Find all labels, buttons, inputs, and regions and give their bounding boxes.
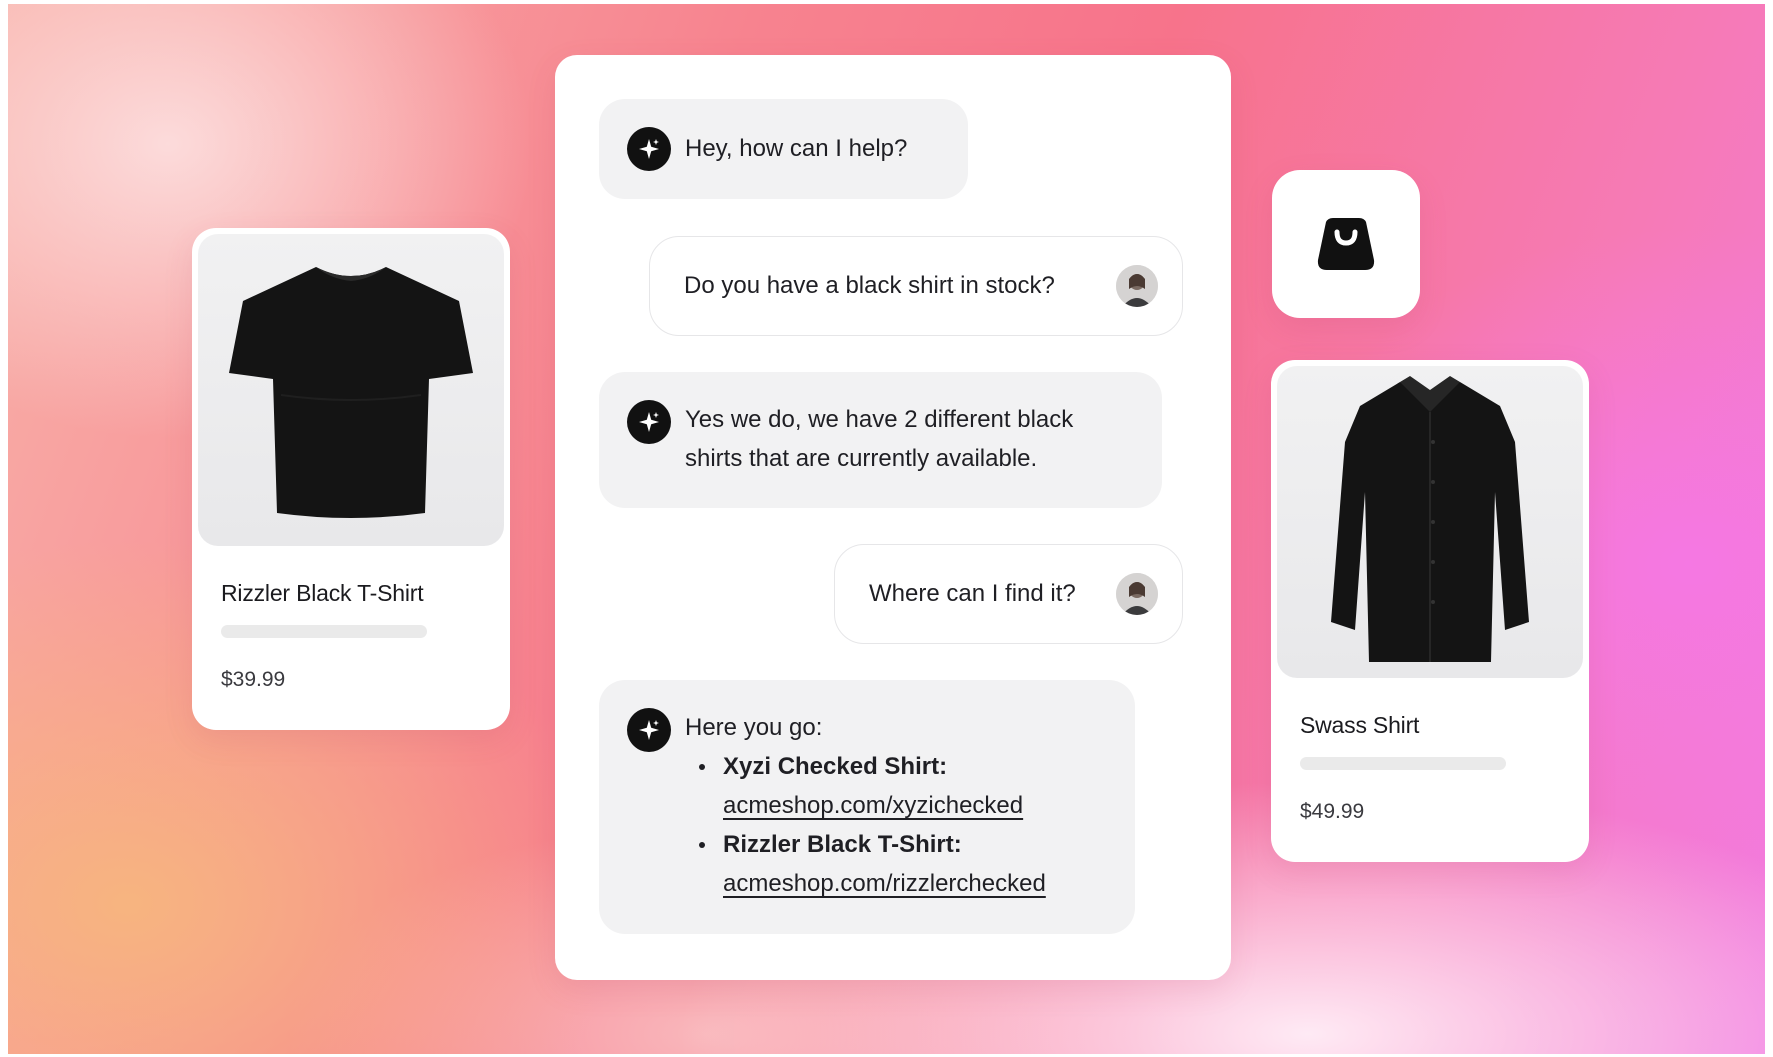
product-card-tshirt[interactable]: Rizzler Black T-Shirt $39.99 [192, 228, 510, 730]
message-text: Where can I find it? [869, 580, 1076, 607]
link-label: Xyzi Checked Shirt: [723, 753, 948, 780]
product-price: $39.99 [221, 668, 286, 691]
message-text: Here you go: [685, 714, 823, 741]
assistant-message: Hey, how can I help? [599, 99, 968, 199]
message-content: Here you go: Xyzi Checked Shirt: acmesho… [685, 708, 1125, 903]
black-button-shirt-icon [1331, 376, 1529, 662]
user-message: Where can I find it? [834, 544, 1183, 644]
message-text: Hey, how can I help? [685, 135, 908, 162]
sparkle-icon [627, 708, 671, 752]
user-avatar [1116, 573, 1158, 615]
product-image [198, 234, 504, 546]
assistant-message: Here you go: Xyzi Checked Shirt: acmesho… [599, 680, 1135, 934]
link-label: Rizzler Black T-Shirt: [723, 831, 962, 858]
message-text: Yes we do, we have 2 different black shi… [685, 406, 1074, 472]
product-name: Swass Shirt [1300, 712, 1420, 738]
list-item: Rizzler Black T-Shirt: acmeshop.com/rizz… [685, 825, 1125, 903]
product-name: Rizzler Black T-Shirt [221, 580, 424, 606]
list-item: Xyzi Checked Shirt: acmeshop.com/xyziche… [685, 747, 1125, 825]
product-link[interactable]: acmeshop.com/rizzlerchecked [723, 864, 1125, 903]
user-message: Do you have a black shirt in stock? [649, 236, 1183, 336]
black-tshirt-icon [229, 267, 473, 518]
sparkle-icon [627, 400, 671, 444]
shop-badge[interactable] [1272, 170, 1420, 318]
assistant-message: Yes we do, we have 2 different black shi… [599, 372, 1162, 508]
product-image [1277, 366, 1583, 678]
product-link[interactable]: acmeshop.com/xyzichecked [723, 786, 1125, 825]
product-link-list: Xyzi Checked Shirt: acmeshop.com/xyziche… [685, 747, 1125, 903]
chat-panel: Hey, how can I help? Do you have a black… [555, 55, 1231, 980]
product-card-shirt[interactable]: Swass Shirt $49.99 [1271, 360, 1589, 862]
product-price: $49.99 [1300, 800, 1365, 823]
message-text: Do you have a black shirt in stock? [684, 272, 1055, 299]
loading-placeholder-bar [221, 625, 427, 638]
shopping-bag-icon [1317, 218, 1375, 270]
loading-placeholder-bar [1300, 757, 1506, 770]
user-avatar [1116, 265, 1158, 307]
sparkle-icon [627, 127, 671, 171]
